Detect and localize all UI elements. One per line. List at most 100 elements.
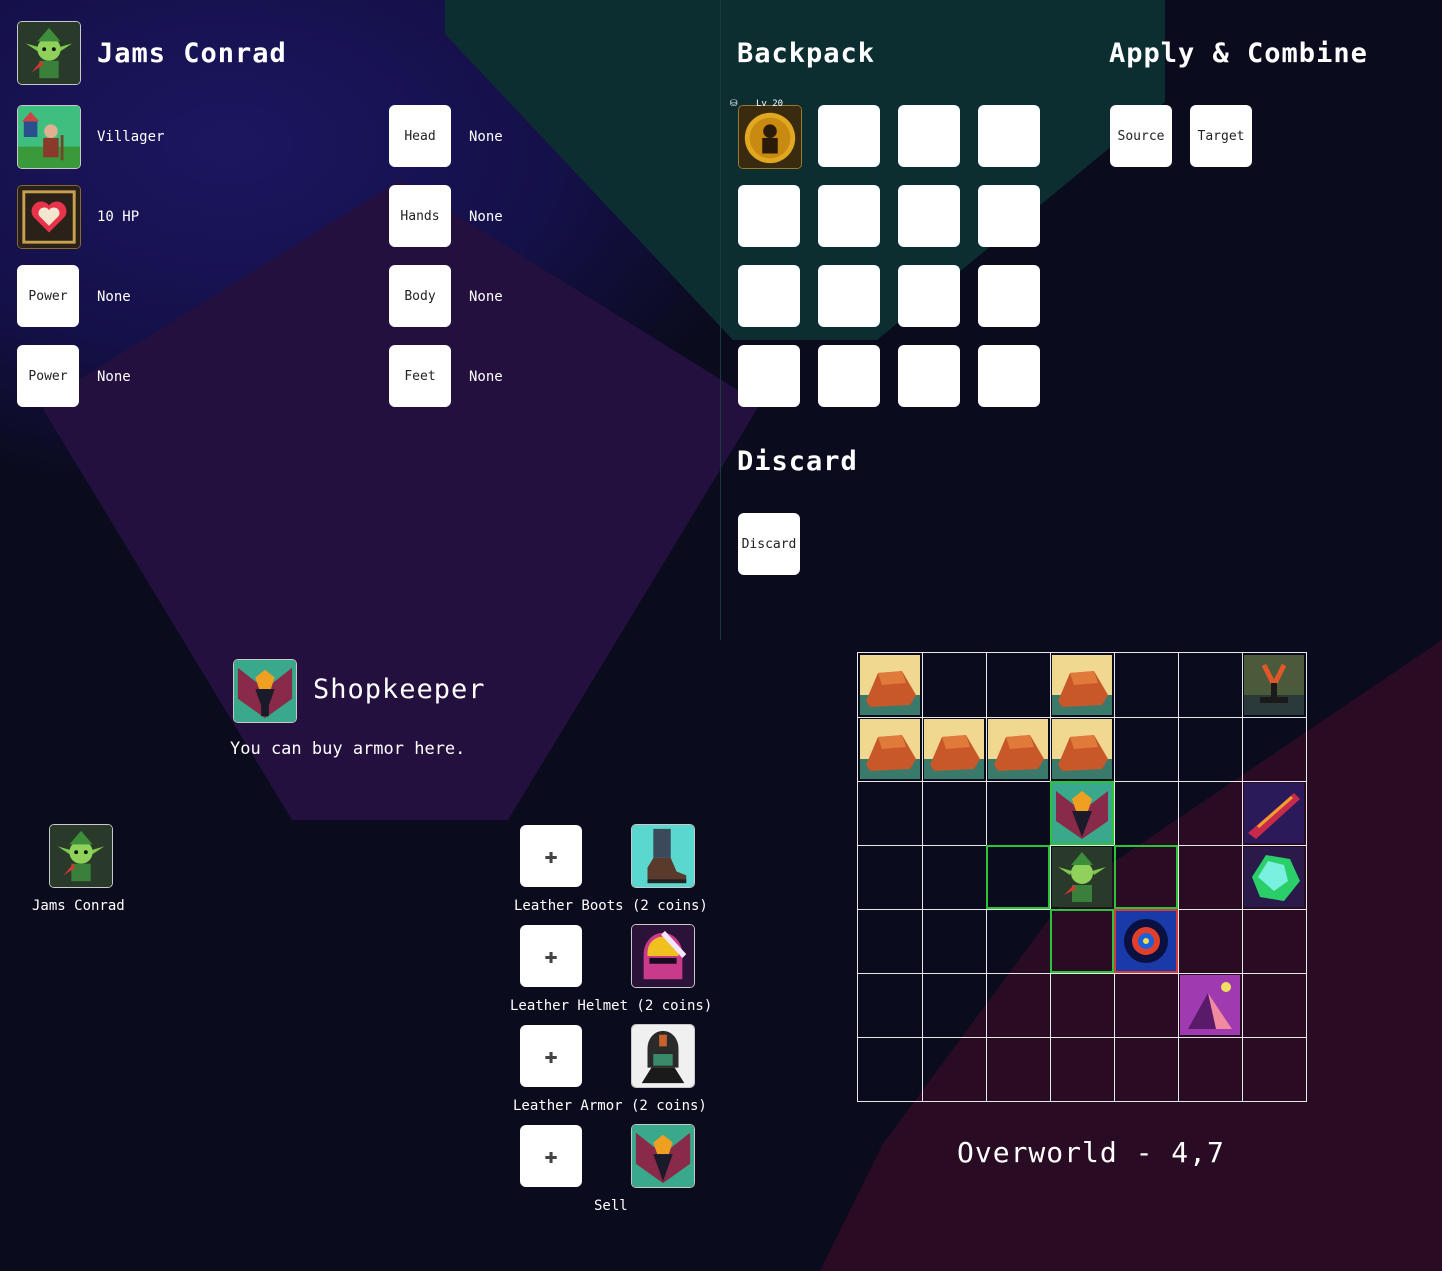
hp-label: 10 HP	[97, 209, 140, 225]
map-cell[interactable]	[986, 717, 1051, 782]
map-cell[interactable]	[922, 1037, 987, 1102]
map-cell[interactable]	[1050, 909, 1115, 974]
leather-boots-item[interactable]	[631, 824, 695, 888]
equip-slot-head[interactable]: Head	[389, 105, 451, 167]
map-cell[interactable]	[1178, 653, 1243, 718]
map-cell[interactable]	[922, 653, 987, 718]
map-rock-icon	[924, 719, 984, 779]
helmet-icon	[632, 925, 694, 987]
map-cell[interactable]	[1242, 781, 1307, 846]
villager-portrait-icon	[18, 106, 80, 168]
map-cell[interactable]	[1178, 1037, 1243, 1102]
target-slot[interactable]: Target	[1190, 105, 1252, 167]
map-cell[interactable]	[1050, 1037, 1115, 1102]
map-cell[interactable]	[1178, 845, 1243, 910]
map-cell[interactable]	[1114, 717, 1179, 782]
map-cell[interactable]	[858, 1037, 923, 1102]
map-rock-icon	[1052, 655, 1112, 715]
armor-icon	[632, 1025, 694, 1087]
map-cell[interactable]	[1114, 1037, 1179, 1102]
player-avatar[interactable]	[17, 21, 81, 85]
map-cell[interactable]	[1242, 909, 1307, 974]
map-cell[interactable]	[1242, 973, 1307, 1038]
backpack-slot-11[interactable]	[898, 265, 960, 327]
map-cell[interactable]	[1114, 781, 1179, 846]
map-cell[interactable]	[858, 717, 923, 782]
map-cell[interactable]	[986, 909, 1051, 974]
backpack-slot-8[interactable]	[978, 185, 1040, 247]
shopkeeper-icon	[234, 660, 296, 722]
power-slot-2[interactable]: Power	[17, 345, 79, 407]
backpack-slot-13[interactable]	[738, 345, 800, 407]
map-cell[interactable]	[986, 845, 1051, 910]
map-cell[interactable]	[858, 845, 923, 910]
map-cell[interactable]	[1050, 845, 1115, 910]
map-cell[interactable]	[1178, 973, 1243, 1038]
power-slot-1[interactable]: Power	[17, 265, 79, 327]
backpack-slot-16[interactable]	[978, 345, 1040, 407]
map-cell[interactable]	[858, 653, 923, 718]
map-cell[interactable]	[1242, 653, 1307, 718]
map-cell[interactable]	[858, 973, 923, 1038]
sell-item[interactable]	[631, 1124, 695, 1188]
map-cell[interactable]	[1050, 973, 1115, 1038]
equip-slot-hands[interactable]: Hands	[389, 185, 451, 247]
power-value-2: None	[97, 369, 131, 385]
backpack-slot-1[interactable]	[738, 105, 802, 169]
map-cell[interactable]	[922, 909, 987, 974]
backpack-slot-3[interactable]	[898, 105, 960, 167]
map-cell[interactable]	[858, 909, 923, 974]
map-cell[interactable]	[1242, 717, 1307, 782]
buy-leather-helmet-button[interactable]: ✚	[520, 925, 582, 987]
backpack-slot-5[interactable]	[738, 185, 800, 247]
map-cell[interactable]	[986, 781, 1051, 846]
hp-tile[interactable]	[17, 185, 81, 249]
map-cell[interactable]	[986, 1037, 1051, 1102]
map-cell[interactable]	[1114, 653, 1179, 718]
backpack-slot-6[interactable]	[818, 185, 880, 247]
map-cell[interactable]	[986, 973, 1051, 1038]
map-cell[interactable]	[922, 717, 987, 782]
coin-stack-icon: ⛁	[730, 99, 738, 109]
apply-combine-title: Apply & Combine	[1109, 38, 1368, 69]
discard-slot[interactable]: Discard	[738, 513, 800, 575]
map-shopkeeper-icon	[1052, 783, 1112, 843]
elf-portrait-icon	[18, 22, 80, 84]
overworld-map[interactable]	[857, 652, 1307, 1102]
source-slot[interactable]: Source	[1110, 105, 1172, 167]
map-cell[interactable]	[1114, 845, 1179, 910]
map-cell[interactable]	[1178, 781, 1243, 846]
leather-armor-item[interactable]	[631, 1024, 695, 1088]
map-cell[interactable]	[1050, 781, 1115, 846]
shopkeeper-message: You can buy armor here.	[230, 739, 466, 759]
equip-slot-feet[interactable]: Feet	[389, 345, 451, 407]
backpack-slot-10[interactable]	[818, 265, 880, 327]
map-portal-icon	[1116, 911, 1176, 971]
backpack-slot-4[interactable]	[978, 105, 1040, 167]
leather-helmet-item[interactable]	[631, 924, 695, 988]
map-cell[interactable]	[1242, 845, 1307, 910]
sell-button[interactable]: ✚	[520, 1125, 582, 1187]
map-cell[interactable]	[858, 781, 923, 846]
map-cell[interactable]	[1178, 909, 1243, 974]
class-tile[interactable]	[17, 105, 81, 169]
map-cell[interactable]	[1114, 909, 1179, 974]
backpack-slot-9[interactable]	[738, 265, 800, 327]
backpack-slot-15[interactable]	[898, 345, 960, 407]
backpack-slot-14[interactable]	[818, 345, 880, 407]
map-cell[interactable]	[1242, 1037, 1307, 1102]
map-cell[interactable]	[1050, 653, 1115, 718]
map-cell[interactable]	[986, 653, 1051, 718]
map-cell[interactable]	[922, 781, 987, 846]
equip-slot-body[interactable]: Body	[389, 265, 451, 327]
backpack-slot-7[interactable]	[898, 185, 960, 247]
backpack-slot-2[interactable]	[818, 105, 880, 167]
buy-leather-boots-button[interactable]: ✚	[520, 825, 582, 887]
buy-leather-armor-button[interactable]: ✚	[520, 1025, 582, 1087]
map-cell[interactable]	[1114, 973, 1179, 1038]
map-cell[interactable]	[1050, 717, 1115, 782]
map-cell[interactable]	[1178, 717, 1243, 782]
map-cell[interactable]	[922, 973, 987, 1038]
map-cell[interactable]	[922, 845, 987, 910]
backpack-slot-12[interactable]	[978, 265, 1040, 327]
